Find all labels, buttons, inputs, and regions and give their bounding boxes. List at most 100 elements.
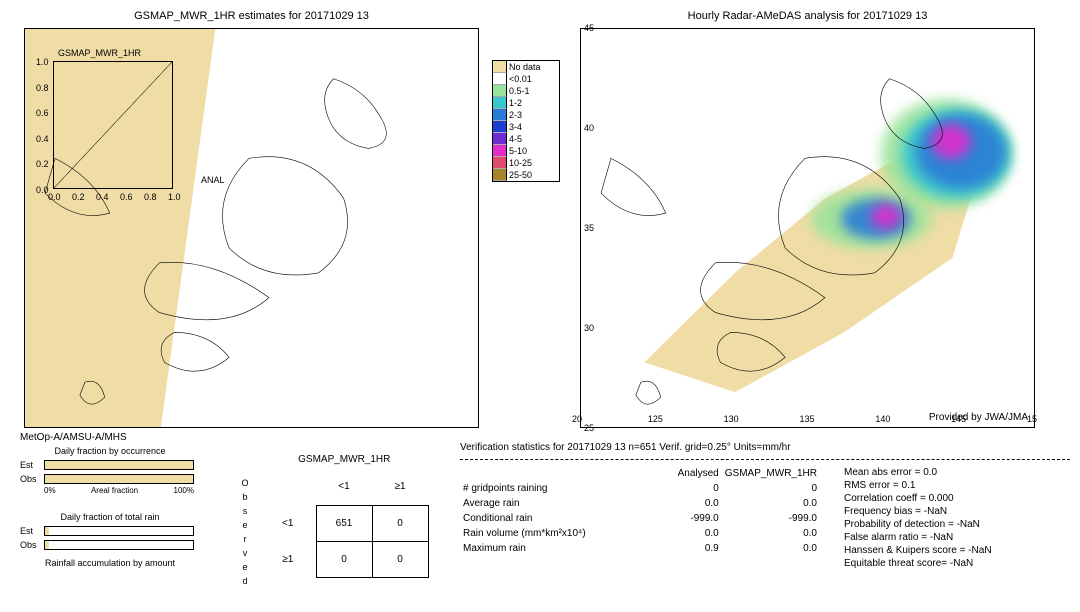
stats-metric: Correlation coeff = 0.000 xyxy=(844,492,1064,505)
lon-tick: 15 xyxy=(1027,414,1037,424)
ctable-row-ge1: ≥1 xyxy=(260,541,316,577)
stats-row-label: Rain volume (mm*km²x10⁴) xyxy=(460,526,652,541)
legend-label: 4-5 xyxy=(507,134,522,144)
axis-0: 0% xyxy=(44,486,56,495)
legend-label: <0.01 xyxy=(507,74,532,84)
legend-label: No data xyxy=(507,62,541,72)
legend-swatch xyxy=(493,109,507,121)
ctable-col-ge1: ≥1 xyxy=(372,469,428,505)
total-est-bar xyxy=(44,526,194,536)
axis-100: 100% xyxy=(174,486,194,495)
stats-row-analysed: 0 xyxy=(652,481,722,496)
scatter-inset: GSMAP_MWR_1HR 0.00.20.40.60.81.00.00.20.… xyxy=(53,61,173,189)
inset-xtick: 1.0 xyxy=(168,192,181,202)
stats-row: Rain volume (mm*km²x10⁴)0.00.0 xyxy=(460,526,820,541)
stats-row-analysed: 0.9 xyxy=(652,541,722,556)
stats-row-analysed: 0.0 xyxy=(652,496,722,511)
bars-occurrence: Daily fraction by occurrence Est Obs 0%A… xyxy=(20,446,200,495)
stats-row-analysed: -999.0 xyxy=(652,511,722,526)
analysis-map: Provided by JWA/JMA xyxy=(580,28,1035,428)
stats-metric: Equitable threat score= -NaN xyxy=(844,557,1064,570)
left-map-title: GSMAP_MWR_1HR estimates for 20171029 13 xyxy=(24,10,479,22)
lon-tick: 140 xyxy=(875,414,890,424)
right-map-title: Hourly Radar-AMeDAS analysis for 2017102… xyxy=(580,10,1035,22)
stats-row-model: 0 xyxy=(722,481,820,496)
stats-row-label: Maximum rain xyxy=(460,541,652,556)
legend-row: No data xyxy=(493,61,559,73)
stats-row: Average rain0.00.0 xyxy=(460,496,820,511)
inset-xtick: 0.8 xyxy=(144,192,157,202)
ctable-title: GSMAP_MWR_1HR xyxy=(260,454,429,465)
estimate-map: GSMAP_MWR_1HR 0.00.20.40.60.81.00.00.20.… xyxy=(24,28,479,428)
legend-swatch xyxy=(493,85,507,97)
stats-col-analysed: Analysed xyxy=(652,466,722,481)
verification-stats: Verification statistics for 20171029 13 … xyxy=(460,442,1070,570)
inset-xtick: 0.6 xyxy=(120,192,133,202)
lat-tick: 45 xyxy=(584,23,594,33)
bar-occur-title: Daily fraction by occurrence xyxy=(20,446,200,456)
color-legend: No data <0.01 0.5-1 1-2 2-3 3-4 4-5 5-10 10-25 25… xyxy=(492,60,560,182)
stats-header: Verification statistics for 20171029 13 … xyxy=(460,442,1070,453)
occur-est-bar xyxy=(44,460,194,470)
inset-ytick: 0.0 xyxy=(36,185,49,195)
legend-row: 2-3 xyxy=(493,109,559,121)
legend-row: 1-2 xyxy=(493,97,559,109)
lat-tick: 35 xyxy=(584,223,594,233)
stats-row: Maximum rain0.90.0 xyxy=(460,541,820,556)
inset-ytick: 0.2 xyxy=(36,159,49,169)
legend-label: 1-2 xyxy=(507,98,522,108)
lon-tick: 145 xyxy=(951,414,966,424)
legend-swatch xyxy=(493,121,507,133)
stats-row-model: 0.0 xyxy=(722,496,820,511)
inset-ytick: 1.0 xyxy=(36,57,49,67)
legend-label: 0.5-1 xyxy=(507,86,530,96)
anal-axis-label: ANAL xyxy=(201,175,225,185)
bar-lbl-est2: Est xyxy=(20,526,44,536)
inset-ytick: 0.4 xyxy=(36,134,49,144)
legend-swatch xyxy=(493,61,507,73)
legend-label: 3-4 xyxy=(507,122,522,132)
legend-row: 10-25 xyxy=(493,157,559,169)
ctable-v11: 651 xyxy=(316,505,372,541)
inset-diagonal xyxy=(54,62,172,188)
stats-row-analysed: 0.0 xyxy=(652,526,722,541)
stats-metric: RMS error = 0.1 xyxy=(844,479,1064,492)
legend-swatch xyxy=(493,157,507,169)
stats-row-model: 0.0 xyxy=(722,526,820,541)
stats-col-model: GSMAP_MWR_1HR xyxy=(722,466,820,481)
axis-areal: Areal fraction xyxy=(91,486,138,495)
ctable-v12: 0 xyxy=(372,505,428,541)
legend-row: 3-4 xyxy=(493,121,559,133)
legend-swatch xyxy=(493,73,507,85)
contingency-table: GSMAP_MWR_1HR <1 ≥1 <1 651 0 ≥1 0 0 xyxy=(260,454,429,578)
coastline-right xyxy=(581,29,1034,427)
legend-label: 5-10 xyxy=(507,146,527,156)
bar-lbl-obs2: Obs xyxy=(20,540,44,550)
legend-label: 10-25 xyxy=(507,158,532,168)
lat-tick: 40 xyxy=(584,123,594,133)
inset-ytick: 0.6 xyxy=(36,108,49,118)
inset-xtick: 0.4 xyxy=(96,192,109,202)
legend-swatch xyxy=(493,169,507,181)
legend-row: <0.01 xyxy=(493,73,559,85)
lon-tick: 130 xyxy=(724,414,739,424)
legend-label: 25-50 xyxy=(507,170,532,180)
stats-row: Conditional rain-999.0-999.0 xyxy=(460,511,820,526)
stats-row: # gridpoints raining00 xyxy=(460,481,820,496)
inset-ytick: 0.8 xyxy=(36,83,49,93)
stats-metric: Mean abs error = 0.0 xyxy=(844,466,1064,479)
ctable-v22: 0 xyxy=(372,541,428,577)
bar-total-title: Daily fraction of total rain xyxy=(20,512,200,522)
legend-row: 0.5-1 xyxy=(493,85,559,97)
legend-row: 4-5 xyxy=(493,133,559,145)
stats-metric: Frequency bias = -NaN xyxy=(844,505,1064,518)
legend-label: 2-3 xyxy=(507,110,522,120)
ctable-col-lt1: <1 xyxy=(316,469,372,505)
bar-lbl-est: Est xyxy=(20,460,44,470)
lon-tick: 20 xyxy=(572,414,582,424)
stats-row-model: -999.0 xyxy=(722,511,820,526)
legend-swatch xyxy=(493,145,507,157)
occur-obs-bar xyxy=(44,474,194,484)
bars-totalrain: Daily fraction of total rain Est Obs Rai… xyxy=(20,512,200,568)
total-obs-bar xyxy=(44,540,194,550)
